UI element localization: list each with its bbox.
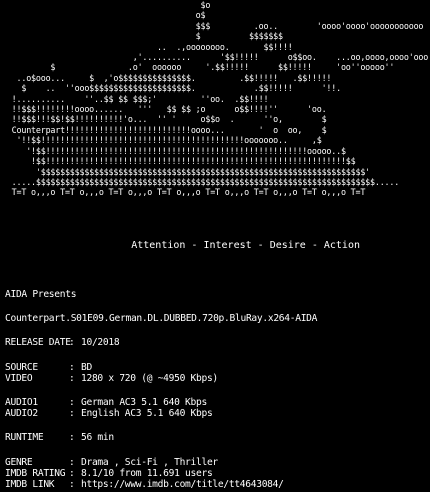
runtime-label: RUNTIME: [5, 432, 44, 443]
video-value: 1280 x 720 (@ ~4950 Kbps): [81, 373, 218, 384]
audio2-row: AUDIO2: English AC3 5.1 640 Kbps: [5, 408, 213, 419]
ascii-art-ship: $o o$ $$$ .oo.. 'oooo'oooo'ooooooooooo $…: [11, 0, 430, 198]
nfo-viewer: $o o$ $$$ .oo.. 'oooo'oooo'ooooooooooo $…: [0, 0, 430, 492]
release-name: Counterpart.S01E09.German.DL.DUBBED.720p…: [5, 313, 318, 324]
runtime-value: 56 min: [81, 432, 114, 443]
source-label: SOURCE: [5, 362, 38, 373]
audio2-sep: :: [69, 408, 75, 419]
release-date-value: 10/2018: [81, 337, 120, 348]
runtime-sep: :: [69, 432, 75, 443]
audio1-value: German AC3 5.1 640 Kbps: [81, 397, 207, 408]
audio2-label: AUDIO2: [5, 408, 38, 419]
imdb-rating-sep: :: [69, 468, 75, 479]
audio1-label: AUDIO1: [5, 397, 38, 408]
tagline: Attention - Interest - Desire - Action: [131, 240, 360, 251]
source-row: SOURCE: BD: [5, 362, 92, 373]
release-date-sep: :: [69, 337, 75, 348]
imdb-link-value[interactable]: https://www.imdb.com/title/tt4643084/: [81, 479, 284, 490]
audio1-sep: :: [69, 397, 75, 408]
presents-line: AIDA Presents: [5, 289, 77, 300]
imdb-link-label: IMDB LINK: [5, 479, 55, 490]
genre-row: GENRE: Drama , Sci-Fi , Thriller: [5, 457, 218, 468]
release-date-label: RELEASE DATE: [5, 337, 71, 348]
imdb-rating-row: IMDB RATING:8.1/10 from 11.691 users: [5, 468, 213, 479]
imdb-rating-value: 8.1/10 from 11.691 users: [81, 468, 213, 479]
audio1-row: AUDIO1: German AC3 5.1 640 Kbps: [5, 397, 207, 408]
runtime-row: RUNTIME:56 min: [5, 432, 114, 443]
source-value: BD: [81, 362, 92, 373]
video-sep: :: [69, 373, 75, 384]
imdb-link-sep: :: [69, 479, 75, 490]
source-sep: :: [69, 362, 75, 373]
video-row: VIDEO:1280 x 720 (@ ~4950 Kbps): [5, 373, 218, 384]
genre-label: GENRE: [5, 457, 33, 468]
imdb-rating-label: IMDB RATING: [5, 468, 66, 479]
genre-sep: :: [69, 457, 75, 468]
imdb-link-row: IMDB LINK: https://www.imdb.com/title/tt4…: [5, 479, 284, 490]
video-label: VIDEO: [5, 373, 33, 384]
audio2-value: English AC3 5.1 640 Kbps: [81, 408, 213, 419]
release-date-row: RELEASE DATE: 10/2018: [5, 337, 120, 348]
genre-value: Drama , Sci-Fi , Thriller: [81, 457, 218, 468]
